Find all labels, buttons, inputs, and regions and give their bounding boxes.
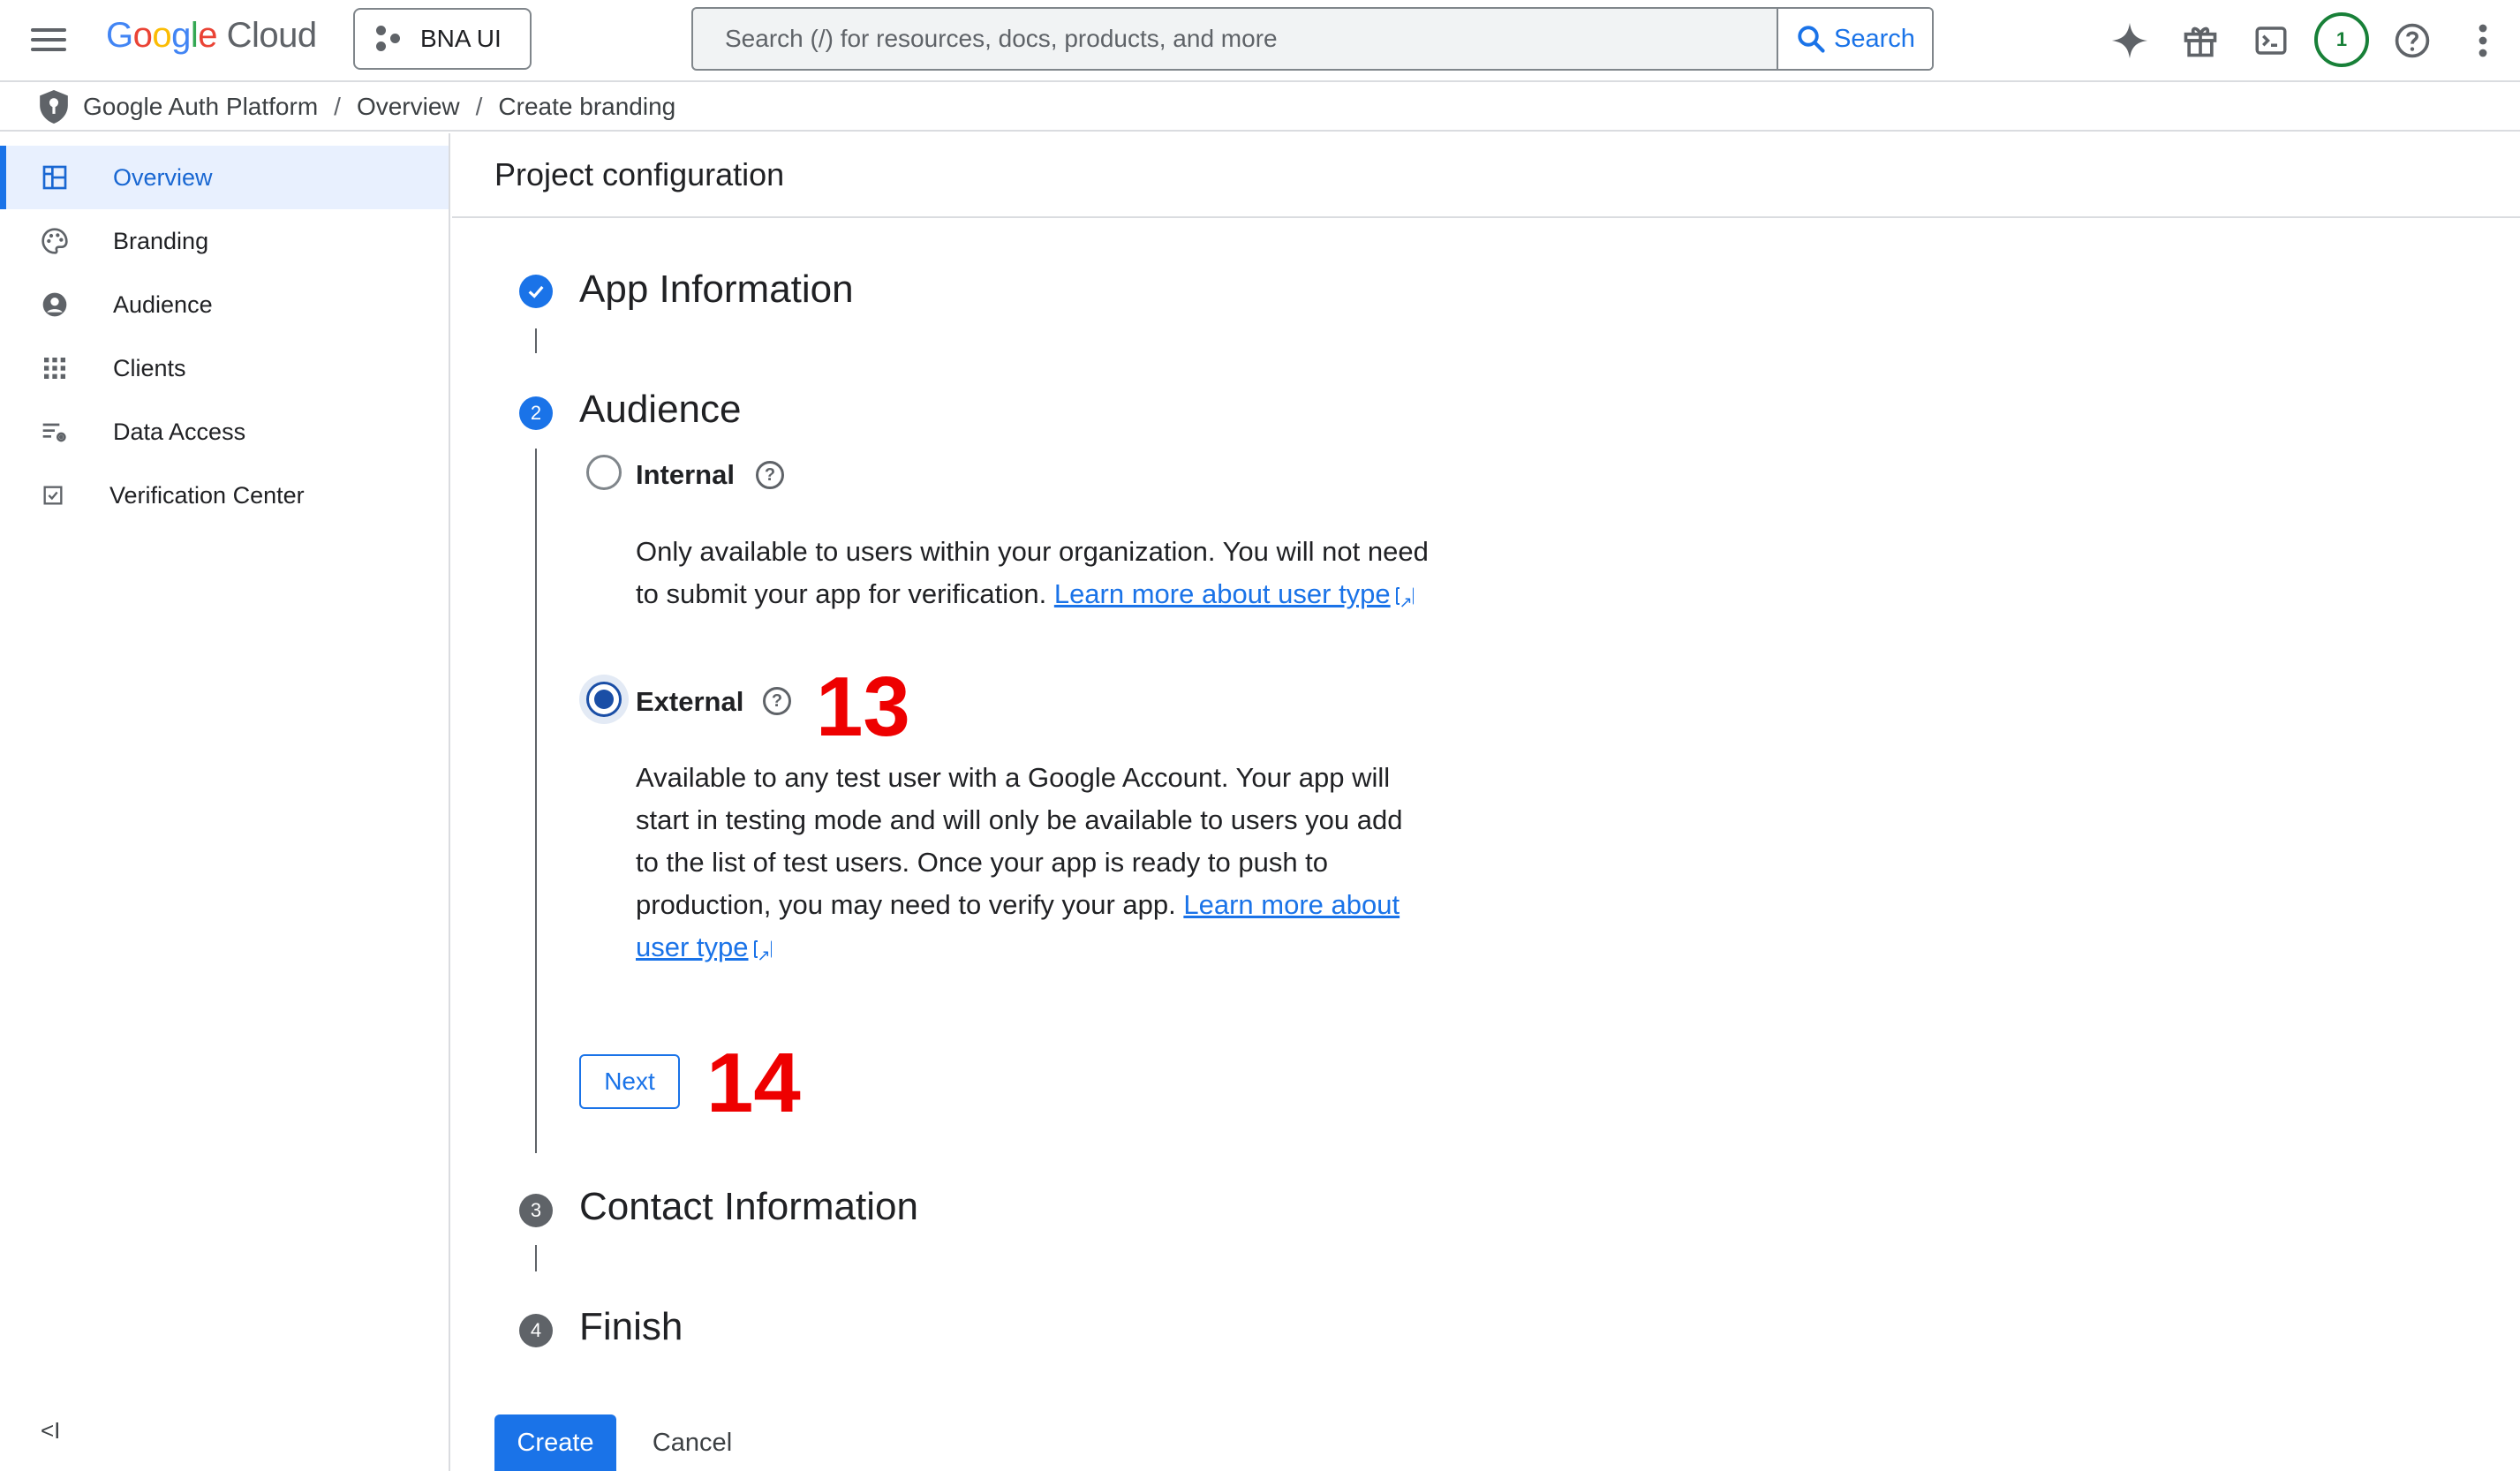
create-button[interactable]: Create (494, 1414, 616, 1471)
sidebar-item-branding[interactable]: Branding (0, 209, 449, 273)
sidebar-item-verification-center[interactable]: Verification Center (0, 464, 449, 527)
main-header: Project configuration (452, 133, 2520, 218)
radio-label-internal[interactable]: Internal (636, 459, 735, 491)
cloud-shell-icon[interactable] (2246, 16, 2296, 65)
search-input[interactable] (693, 9, 1777, 69)
top-bar: Google Cloud BNA UI Search 1 (0, 0, 2520, 82)
logo-letter: o (152, 16, 172, 55)
step-title-app-information[interactable]: App Information (579, 268, 854, 312)
step-connector (535, 1245, 537, 1271)
radio-external[interactable] (586, 682, 622, 717)
data-settings-icon (42, 423, 66, 442)
logo-letter: l (190, 16, 199, 55)
step-connector (535, 449, 537, 1153)
breadcrumb-item-auth-platform[interactable]: Google Auth Platform (83, 93, 318, 121)
external-help-icon[interactable]: ? (763, 687, 791, 715)
external-link-icon (1395, 580, 1414, 623)
search-icon (1798, 26, 1825, 53)
breadcrumb-separator: / (334, 93, 341, 120)
gift-icon[interactable] (2176, 16, 2225, 65)
breadcrumb-item-overview[interactable]: Overview (357, 93, 460, 121)
sidebar-item-label: Data Access (113, 418, 246, 445)
external-description: Available to any test user with a Google… (636, 757, 1430, 977)
step-number-finish: 4 (519, 1314, 553, 1347)
step-title-contact-information[interactable]: Contact Information (579, 1185, 918, 1229)
sidebar-item-label: Branding (113, 227, 209, 254)
logo-letter: g (171, 16, 191, 55)
radio-label-external[interactable]: External (636, 686, 743, 718)
sidebar: Overview Branding Audience Clients Data … (0, 133, 450, 1471)
project-icon (376, 26, 406, 52)
next-button[interactable]: Next (579, 1054, 680, 1109)
help-icon[interactable] (2388, 16, 2437, 65)
step-title-audience: Audience (579, 388, 742, 431)
project-picker-button[interactable]: BNA UI (353, 8, 532, 70)
step-title-finish[interactable]: Finish (579, 1305, 683, 1349)
logo-letter: o (132, 16, 153, 55)
step-complete-check-icon (519, 275, 553, 308)
sidebar-item-data-access[interactable]: Data Access (0, 400, 449, 464)
breadcrumb-item-current: Create branding (498, 93, 676, 120)
page-title: Project configuration (494, 156, 785, 192)
internal-description: Only available to users within your orga… (636, 531, 1430, 623)
dashboard-icon (42, 165, 67, 190)
account-badge: 1 (2335, 28, 2348, 50)
search-bar: Search (691, 7, 1934, 71)
verified-check-icon (43, 486, 63, 505)
internal-help-icon[interactable]: ? (756, 461, 784, 489)
external-link-icon (753, 933, 772, 977)
step-connector (535, 328, 537, 353)
menu-icon[interactable] (28, 23, 69, 60)
logo-letter: e (198, 16, 218, 55)
learn-more-link-internal[interactable]: Learn more about user type (1053, 578, 1414, 623)
sidebar-item-label: Audience (113, 290, 213, 318)
cancel-button[interactable]: Cancel (638, 1414, 747, 1471)
gemini-sparkle-icon[interactable] (2105, 16, 2154, 65)
breadcrumb: Google Auth Platform / Overview / Create… (0, 84, 2520, 132)
sidebar-item-audience[interactable]: Audience (0, 273, 449, 336)
apps-grid-icon (44, 358, 65, 379)
account-avatar[interactable]: 1 (2314, 12, 2369, 67)
sidebar-item-label: Verification Center (109, 481, 305, 509)
google-cloud-logo[interactable]: Google Cloud (106, 16, 317, 56)
logo-cloud-text: Cloud (226, 16, 318, 55)
search-button[interactable]: Search (1777, 9, 1932, 69)
logo-letter: G (106, 16, 133, 55)
account-circle-icon (42, 292, 67, 317)
collapse-sidebar-button[interactable]: <I (41, 1417, 60, 1445)
more-vert-icon[interactable] (2458, 16, 2508, 65)
link-text: Learn more about user type (1053, 578, 1391, 609)
sidebar-item-overview[interactable]: Overview (0, 146, 449, 209)
palette-icon (41, 228, 68, 254)
step-number-contact: 3 (519, 1194, 553, 1227)
step-number-audience: 2 (519, 396, 553, 430)
radio-internal[interactable] (586, 455, 622, 490)
breadcrumb-separator: / (475, 93, 483, 120)
sidebar-item-label: Clients (113, 354, 186, 381)
annotation-marker-13: 13 (816, 660, 910, 754)
sidebar-item-clients[interactable]: Clients (0, 336, 449, 400)
search-button-label: Search (1834, 24, 1915, 53)
project-name: BNA UI (420, 25, 502, 52)
sidebar-item-label: Overview (113, 163, 213, 191)
auth-platform-shield-icon (40, 90, 68, 124)
annotation-marker-14: 14 (706, 1036, 801, 1130)
